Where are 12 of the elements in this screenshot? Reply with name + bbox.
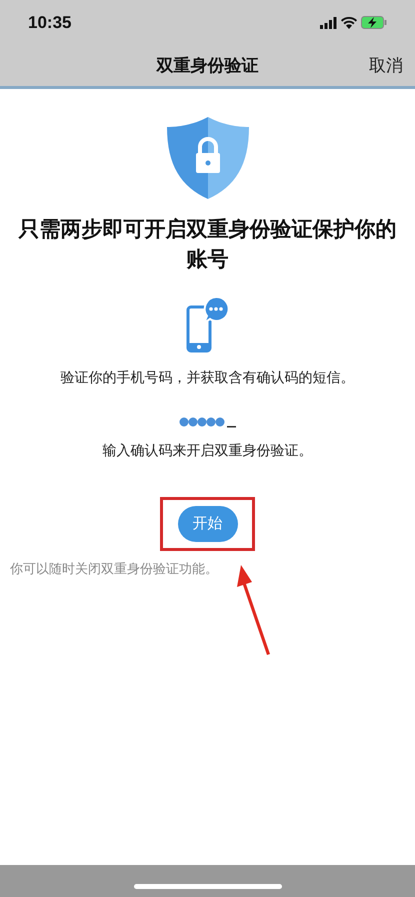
battery-charging-icon [361, 16, 387, 29]
signal-icon [320, 16, 337, 28]
status-time: 10:35 [28, 12, 72, 34]
step-text: 输入确认码来开启双重身份验证。 [102, 441, 312, 460]
step-text: 验证你的手机号码，并获取含有确认码的短信。 [60, 368, 354, 387]
nav-title: 双重身份验证 [156, 54, 258, 77]
wifi-icon [341, 16, 357, 28]
phone-message-icon [186, 295, 230, 355]
footnote-text: 你可以随时关闭双重身份验证功能。 [10, 560, 218, 578]
code-dots-icon [178, 416, 236, 428]
heading: 只需两步即可开启双重身份验证保护你的账号 [17, 216, 398, 273]
cancel-button[interactable]: 取消 [369, 52, 403, 78]
